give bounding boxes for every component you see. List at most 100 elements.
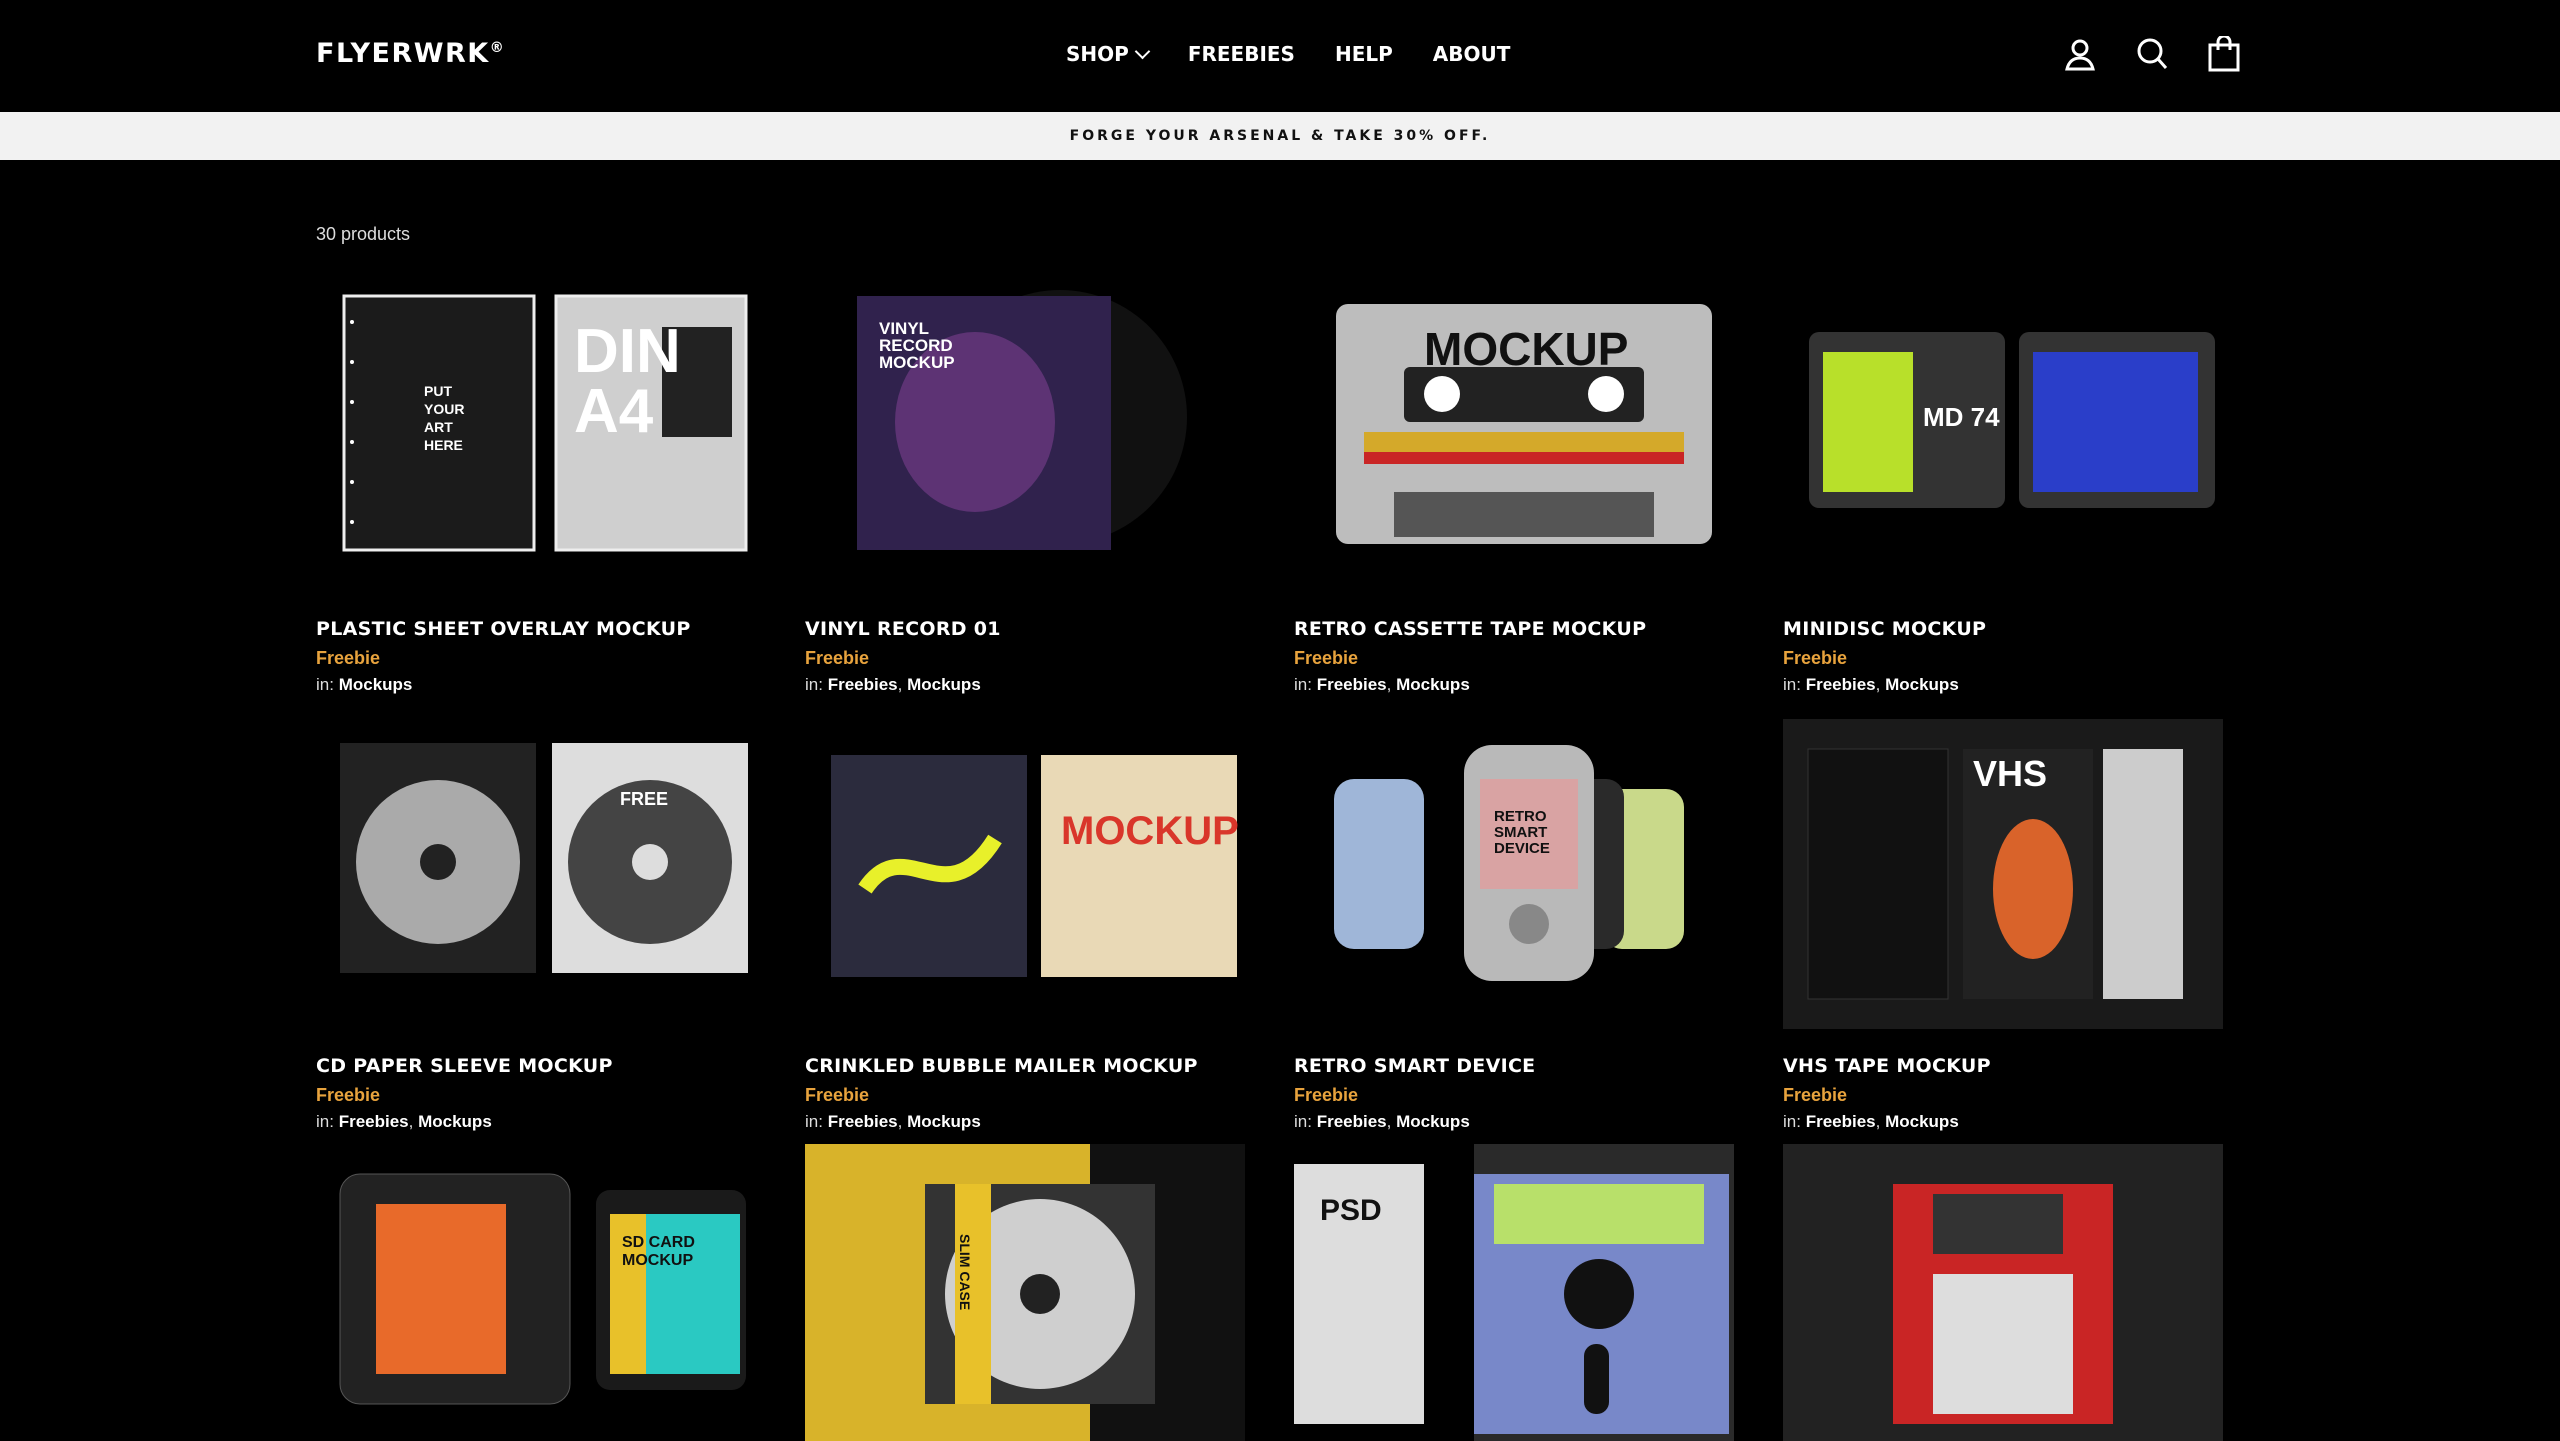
category-link[interactable]: Freebies [339, 1112, 409, 1131]
art-line: DIN [574, 317, 681, 386]
product-categories: in: Freebies, Mockups [1783, 1112, 1959, 1131]
din-a4-text: DIN A4 [574, 317, 681, 443]
product-price: Freebie [805, 1085, 870, 1105]
product-card[interactable]: PSD [1294, 1144, 1734, 1441]
product-image[interactable]: RETRO SMART DEVICE [1294, 719, 1734, 1029]
product-card[interactable]: MOCKUP RETRO CASSETTE TAPE MOCKUP Freebi… [1294, 282, 1734, 695]
art-line: DEVICE [1494, 840, 1550, 857]
category-link[interactable]: Mockups [1396, 675, 1470, 694]
art-line: MOCKUP [879, 353, 955, 372]
product-image[interactable]: PUT YOUR ART HERE DIN A4 [316, 282, 756, 592]
cd-text: FREE [620, 789, 669, 809]
product-image[interactable] [1783, 1144, 2223, 1441]
logo-registered: ® [489, 40, 506, 56]
category-link[interactable]: Freebies [1806, 1112, 1876, 1131]
product-card[interactable]: VINYL RECORD MOCKUP VINYL RECORD 01 Free… [805, 282, 1245, 695]
in-label: in: [805, 675, 823, 694]
user-icon[interactable] [2064, 36, 2096, 72]
category-link[interactable]: Mockups [907, 1112, 981, 1131]
product-card[interactable]: FREE CD PAPER SLEEVE MOCKUP Freebie in: … [316, 719, 756, 1132]
product-categories: in: Freebies, Mockups [1294, 675, 1470, 694]
mailer-text: MOCKUP [1061, 809, 1239, 853]
category-link[interactable]: Mockups [418, 1112, 492, 1131]
art-line: SD CARD [622, 1234, 695, 1251]
product-title[interactable]: PLASTIC SHEET OVERLAY MOCKUP [316, 618, 756, 640]
category-link[interactable]: Freebies [1317, 1112, 1387, 1131]
art-line: MOCKUP [622, 1252, 694, 1269]
main-nav: SHOP FREEBIES HELP ABOUT [1066, 42, 1510, 66]
art-line: PUT [424, 383, 452, 399]
category-link[interactable]: Freebies [828, 675, 898, 694]
red-floppy-artwork [1893, 1184, 2113, 1424]
product-card[interactable]: PUT YOUR ART HERE DIN A4 PLASTIC SHEET O… [316, 282, 756, 695]
art-line: RECORD [879, 336, 953, 355]
product-title[interactable]: RETRO SMART DEVICE [1294, 1055, 1734, 1077]
vinyl-artwork [857, 290, 1187, 550]
nav-freebies[interactable]: FREEBIES [1188, 42, 1295, 66]
product-card[interactable]: MD 74 MINIDISC MOCKUP Freebie in: Freebi… [1783, 282, 2223, 695]
product-card[interactable]: RETRO SMART DEVICE RETRO SMART DEVICE Fr… [1294, 719, 1734, 1132]
category-link[interactable]: Mockups [1885, 675, 1959, 694]
product-image[interactable]: VINYL RECORD MOCKUP [805, 282, 1245, 592]
category-link[interactable]: Freebies [1317, 675, 1387, 694]
slim-case-text: SLIM CASE [957, 1234, 973, 1311]
product-title[interactable]: VHS TAPE MOCKUP [1783, 1055, 2223, 1077]
product-price: Freebie [1783, 648, 1848, 668]
product-price: Freebie [316, 1085, 381, 1105]
art-line: HERE [424, 437, 463, 453]
product-title[interactable]: CD PAPER SLEEVE MOCKUP [316, 1055, 756, 1077]
slim-case-artwork [805, 1144, 1245, 1441]
category-link[interactable]: Mockups [1396, 1112, 1470, 1131]
site-logo[interactable]: FLYERWRK® [316, 38, 505, 69]
in-label: in: [1783, 675, 1801, 694]
nav-shop[interactable]: SHOP [1066, 42, 1151, 66]
product-price: Freebie [316, 648, 381, 668]
category-link[interactable]: Freebies [828, 1112, 898, 1131]
floppy-text: PSD [1320, 1194, 1382, 1227]
vinyl-text: VINYL RECORD MOCKUP [879, 320, 955, 371]
product-card[interactable]: SD CARD MOCKUP [316, 1144, 756, 1441]
in-label: in: [1294, 675, 1312, 694]
promo-banner[interactable]: FORGE YOUR ARSENAL & TAKE 30% OFF. [0, 112, 2560, 160]
site-header: FLYERWRK® SHOP FREEBIES HELP ABOUT [0, 0, 2560, 112]
product-card[interactable]: MOCKUP CRINKLED BUBBLE MAILER MOCKUP Fre… [805, 719, 1245, 1132]
product-image[interactable]: SLIM CASE [805, 1144, 1245, 1441]
product-categories: in: Freebies, Mockups [316, 1112, 492, 1131]
cassette-text: MOCKUP [1424, 323, 1629, 375]
smart-device-artwork [1334, 745, 1684, 981]
product-title[interactable]: VINYL RECORD 01 [805, 618, 1245, 640]
nav-about[interactable]: ABOUT [1433, 42, 1511, 66]
art-line: SMART [1494, 824, 1548, 841]
category-link[interactable]: Mockups [1885, 1112, 1959, 1131]
category-link[interactable]: Mockups [907, 675, 981, 694]
product-image[interactable]: FREE [316, 719, 756, 1029]
product-card[interactable]: SLIM CASE [805, 1144, 1245, 1441]
chevron-down-icon [1134, 43, 1151, 60]
product-card[interactable]: VHS VHS TAPE MOCKUP Freebie in: Freebies… [1783, 719, 2223, 1132]
category-link[interactable]: Mockups [339, 675, 413, 694]
minidisc-artwork [1809, 332, 2215, 508]
art-line: YOUR [424, 401, 465, 417]
product-card[interactable] [1783, 1144, 2223, 1441]
product-image[interactable]: PSD [1294, 1144, 1734, 1441]
nav-shop-label: SHOP [1066, 42, 1129, 66]
product-title[interactable]: RETRO CASSETTE TAPE MOCKUP [1294, 618, 1734, 640]
product-title[interactable]: CRINKLED BUBBLE MAILER MOCKUP [805, 1055, 1245, 1077]
plastic-sheet-artwork [342, 294, 748, 552]
product-image[interactable]: VHS [1783, 719, 2223, 1029]
category-link[interactable]: Freebies [1806, 675, 1876, 694]
product-image[interactable]: MOCKUP [805, 719, 1245, 1029]
nav-help[interactable]: HELP [1335, 42, 1393, 66]
product-image[interactable]: SD CARD MOCKUP [316, 1144, 756, 1441]
product-categories: in: Freebies, Mockups [1294, 1112, 1470, 1131]
product-image[interactable]: MOCKUP [1294, 282, 1734, 592]
product-categories: in: Freebies, Mockups [805, 675, 981, 694]
bag-icon[interactable] [2208, 36, 2240, 72]
search-icon[interactable] [2136, 36, 2168, 72]
product-title[interactable]: MINIDISC MOCKUP [1783, 618, 2223, 640]
product-image[interactable]: MD 74 [1783, 282, 2223, 592]
logo-text: FLYERWRK [316, 38, 490, 69]
product-price: Freebie [1294, 648, 1359, 668]
cd-sleeve-artwork [340, 743, 748, 973]
art-line: VINYL [879, 319, 930, 338]
